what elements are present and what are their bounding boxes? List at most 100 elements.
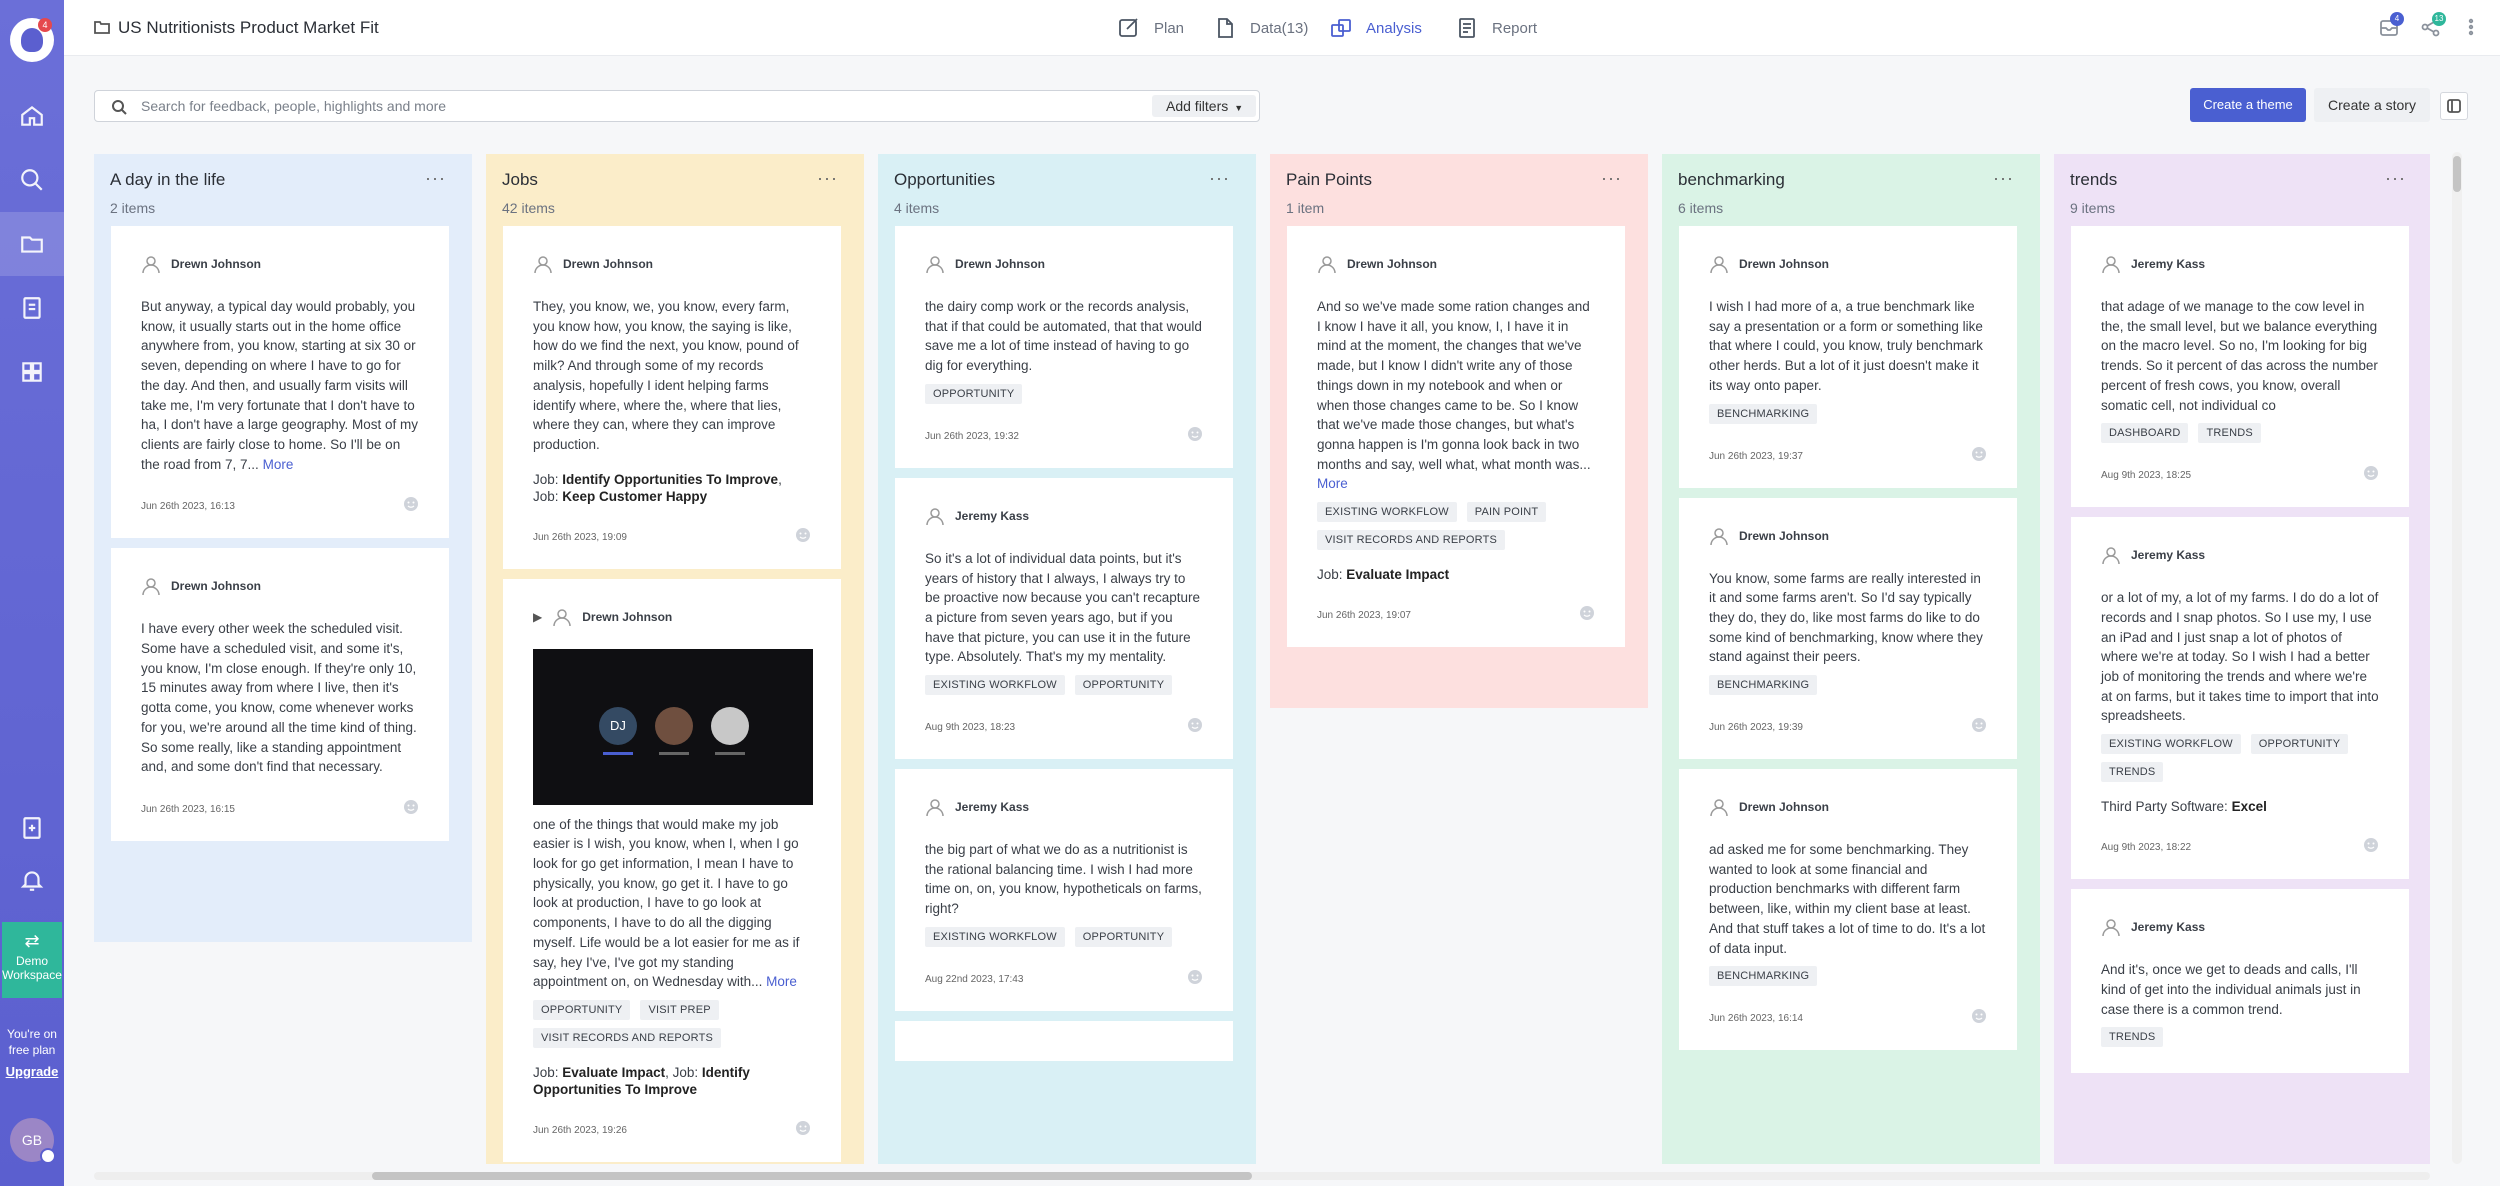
- tab-data[interactable]: Data(13): [1214, 16, 1308, 40]
- create-story-button[interactable]: Create a story: [2314, 88, 2430, 122]
- tag[interactable]: VISIT RECORDS AND REPORTS: [533, 1027, 722, 1048]
- tag[interactable]: TRENDS: [2198, 423, 2261, 444]
- reaction-icon[interactable]: [2363, 465, 2379, 481]
- reaction-icon[interactable]: [1971, 1008, 1987, 1024]
- tag[interactable]: VISIT RECORDS AND REPORTS: [1317, 530, 1506, 551]
- video-thumbnail[interactable]: DJ: [533, 648, 813, 805]
- sidebar-item-documents[interactable]: [0, 276, 64, 340]
- highlight-card[interactable]: Jeremy Kass the big part of what we do a…: [895, 769, 1233, 1011]
- vertical-scrollbar[interactable]: [2452, 152, 2462, 1164]
- card-text: one of the things that would make my job…: [533, 815, 811, 992]
- more-link[interactable]: More: [1317, 476, 1348, 491]
- highlight-card[interactable]: Drewn Johnson the dairy comp work or the…: [895, 226, 1233, 468]
- tab-report[interactable]: Report: [1456, 16, 1537, 40]
- highlight-card[interactable]: Drewn Johnson ad asked me for some bench…: [1679, 769, 2017, 1051]
- tag[interactable]: DASHBOARD: [2101, 423, 2189, 444]
- tag[interactable]: TRENDS: [2101, 1027, 2164, 1048]
- highlight-card[interactable]: Drewn Johnson But anyway, a typical day …: [111, 226, 449, 539]
- card-date: Jun 26th 2023, 19:39: [1709, 722, 1803, 734]
- highlight-card[interactable]: Drewn Johnson They, you know, we, you kn…: [503, 226, 841, 569]
- highlight-card[interactable]: Drewn Johnson I wish I had more of a, a …: [1679, 226, 2017, 488]
- highlight-card[interactable]: Drewn Johnson And so we've made some rat…: [1287, 226, 1625, 648]
- tag[interactable]: EXISTING WORKFLOW: [2101, 734, 2241, 755]
- demo-workspace-button[interactable]: ⇄ Demo Workspace: [2, 922, 62, 998]
- job-link[interactable]: Identify Opportunities To Improve: [562, 472, 778, 487]
- column-menu-icon[interactable]: ···: [817, 168, 838, 189]
- tag[interactable]: OPPORTUNITY: [925, 383, 1023, 404]
- tag[interactable]: BENCHMARKING: [1709, 403, 1818, 424]
- tag[interactable]: OPPORTUNITY: [1074, 926, 1173, 947]
- reaction-icon[interactable]: [403, 496, 419, 512]
- tab-label: Analysis: [1366, 19, 1422, 37]
- job-link[interactable]: Evaluate Impact: [562, 1065, 665, 1080]
- software-link[interactable]: Excel: [2232, 799, 2267, 814]
- column-menu-icon[interactable]: ···: [1209, 168, 1230, 189]
- column-menu-icon[interactable]: ···: [425, 168, 446, 189]
- more-link[interactable]: More: [263, 457, 294, 472]
- column-menu-icon[interactable]: ···: [1601, 168, 1622, 189]
- more-link[interactable]: More: [766, 974, 797, 989]
- column-menu-icon[interactable]: ···: [2385, 168, 2406, 189]
- tag[interactable]: EXISTING WORKFLOW: [925, 675, 1065, 696]
- tag[interactable]: VISIT PREP: [640, 999, 719, 1020]
- tag[interactable]: EXISTING WORKFLOW: [1317, 502, 1457, 523]
- reaction-icon[interactable]: [795, 1120, 811, 1136]
- horizontal-scroll-thumb[interactable]: [372, 1172, 1252, 1180]
- participant-label: [715, 751, 745, 755]
- reaction-icon[interactable]: [1971, 446, 1987, 462]
- highlight-card[interactable]: Jeremy Kass or a lot of my, a lot of my …: [2071, 517, 2409, 880]
- tag[interactable]: OPPORTUNITY: [1074, 675, 1173, 696]
- author-name: Drewn Johnson: [582, 609, 673, 624]
- reaction-icon[interactable]: [2363, 837, 2379, 853]
- reaction-icon[interactable]: [1187, 717, 1203, 733]
- tag-list: TRENDS: [2101, 1027, 2379, 1048]
- tag[interactable]: BENCHMARKING: [1709, 966, 1818, 987]
- tag[interactable]: TRENDS: [2101, 762, 2164, 783]
- reaction-icon[interactable]: [1187, 426, 1203, 442]
- search-input[interactable]: [141, 96, 1201, 116]
- job-link[interactable]: Evaluate Impact: [1346, 567, 1449, 582]
- sidebar-item-search[interactable]: [0, 148, 64, 212]
- highlight-card[interactable]: Drewn Johnson You know, some farms are r…: [1679, 497, 2017, 760]
- sidebar-item-dashboard[interactable]: [0, 340, 64, 404]
- column-menu-icon[interactable]: ···: [1993, 168, 2014, 189]
- vertical-scroll-thumb[interactable]: [2453, 156, 2461, 192]
- add-filters-button[interactable]: Add filters ▼: [1152, 95, 1256, 117]
- card-text-body: And so we've made some ration changes an…: [1317, 299, 1591, 472]
- highlight-card[interactable]: Jeremy Kass that adage of we manage to t…: [2071, 226, 2409, 508]
- sidebar-item-projects[interactable]: [0, 212, 64, 276]
- tag[interactable]: EXISTING WORKFLOW: [925, 926, 1065, 947]
- project-title: US Nutritionists Product Market Fit: [118, 18, 379, 37]
- highlight-card[interactable]: Drewn Johnson I have every other week th…: [111, 548, 449, 841]
- sidebar-item-notifications[interactable]: [0, 848, 64, 912]
- reaction-icon[interactable]: [403, 799, 419, 815]
- card-footer: Jun 26th 2023, 16:14: [1709, 1008, 1987, 1024]
- highlight-card[interactable]: [895, 1020, 1233, 1061]
- highlight-card[interactable]: Jeremy Kass And it's, once we get to dea…: [2071, 889, 2409, 1074]
- tag-list: EXISTING WORKFLOW PAIN POINT VISIT RECORDS…: [1317, 502, 1595, 551]
- highlight-card[interactable]: ▶ Drewn Johnson DJ one of the things that…: [503, 578, 841, 1162]
- job-link[interactable]: Keep Customer Happy: [562, 489, 707, 504]
- upgrade-link[interactable]: Upgrade: [0, 1064, 64, 1079]
- tag[interactable]: OPPORTUNITY: [2250, 734, 2349, 755]
- card-date: Aug 9th 2023, 18:25: [2101, 470, 2192, 482]
- tag-list: OPPORTUNITY VISIT PREP VISIT RECORDS AND…: [533, 999, 811, 1048]
- create-theme-button[interactable]: Create a theme: [2190, 88, 2306, 122]
- highlight-card[interactable]: Jeremy Kass So it's a lot of individual …: [895, 477, 1233, 760]
- report-icon: [1459, 18, 1475, 38]
- settings-gear-icon[interactable]: [40, 1148, 56, 1164]
- reaction-icon[interactable]: [795, 527, 811, 543]
- reaction-icon[interactable]: [1579, 605, 1595, 621]
- tag[interactable]: OPPORTUNITY: [533, 999, 631, 1020]
- sidebar-item-home[interactable]: [0, 84, 64, 148]
- view-toggle-button[interactable]: [2440, 92, 2468, 120]
- tab-plan[interactable]: Plan: [1118, 16, 1184, 40]
- kebab-menu-icon[interactable]: [2460, 16, 2482, 38]
- tag[interactable]: BENCHMARKING: [1709, 675, 1818, 696]
- reaction-icon[interactable]: [1187, 969, 1203, 985]
- user-icon: [142, 256, 160, 274]
- tag[interactable]: PAIN POINT: [1466, 502, 1547, 523]
- tab-analysis[interactable]: Analysis: [1330, 16, 1422, 40]
- reaction-icon[interactable]: [1971, 717, 1987, 733]
- play-icon[interactable]: ▶: [533, 610, 542, 624]
